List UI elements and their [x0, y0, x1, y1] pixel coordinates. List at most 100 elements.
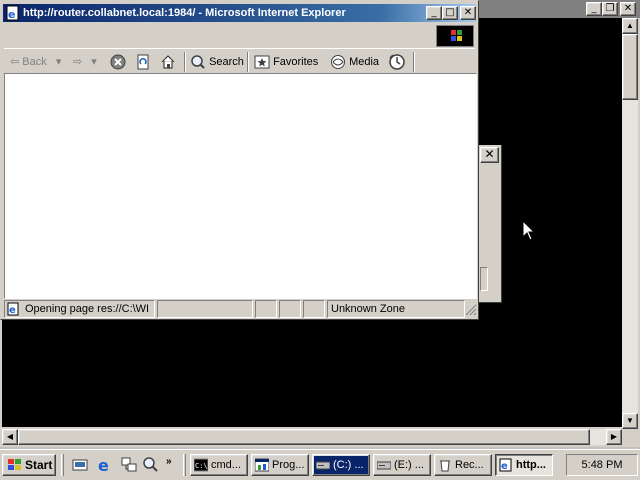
status-pane	[303, 300, 325, 318]
ie-window: e http://router.collabnet.local:1984/ - …	[0, 0, 479, 320]
horizontal-scroll-thumb[interactable]	[18, 429, 590, 445]
network-icon[interactable]	[120, 456, 138, 474]
close-icon[interactable]: ✕	[620, 2, 636, 16]
status-pane	[255, 300, 277, 318]
media-label: Media	[349, 56, 380, 68]
clock[interactable]: 5:48 PM	[582, 459, 623, 471]
command-prompt-icon: C:\	[194, 458, 208, 472]
ie-window-title: http://router.collabnet.local:1984/ - Mi…	[23, 7, 346, 19]
forward-dropdown-icon[interactable]: ▾	[91, 56, 97, 68]
media-button[interactable]: Media	[330, 53, 379, 71]
back-dropdown-icon[interactable]: ▾	[56, 56, 62, 68]
forward-button[interactable]: ⇨ ▾	[73, 53, 97, 71]
drive-icon	[316, 461, 330, 470]
windows-logo-icon	[8, 459, 21, 470]
horizontal-scrollbar[interactable]: ◀ ▶	[2, 429, 622, 445]
system-tray: 5:48 PM	[566, 454, 638, 476]
search-label: Search	[209, 56, 244, 68]
status-bar: e Opening page res://C:\WI Unknown Zone	[4, 300, 477, 318]
scroll-up-icon[interactable]: ▲	[622, 18, 638, 34]
minimize-icon[interactable]: _	[586, 2, 602, 16]
task-button-drive-e[interactable]: (E:) ...	[373, 454, 431, 476]
svg-text:e: e	[98, 456, 109, 474]
task-label: (C:) ...	[333, 459, 364, 471]
quicklaunch-overflow-icon[interactable]: »	[166, 456, 172, 467]
vertical-scroll-thumb[interactable]	[622, 34, 638, 100]
back-label: Back	[22, 56, 47, 68]
favorites-star-icon	[254, 55, 270, 69]
home-button[interactable]	[160, 53, 176, 71]
close-icon[interactable]: ✕	[460, 6, 476, 20]
vertical-scrollbar[interactable]: ▲ ▼	[622, 18, 638, 429]
mouse-cursor-icon	[522, 220, 536, 241]
dialog-inner-frame	[480, 267, 488, 291]
refresh-icon	[137, 54, 149, 70]
task-button-ie[interactable]: e http...	[495, 454, 553, 476]
favorites-label: Favorites	[273, 56, 319, 68]
menu-bar[interactable]	[4, 25, 475, 47]
task-button-cmd[interactable]: C:\ cmd...	[190, 454, 248, 476]
search-icon	[191, 55, 205, 69]
scroll-right-icon[interactable]: ▶	[606, 429, 622, 445]
favorites-button[interactable]: Favorites	[254, 53, 318, 71]
toolbar-separator	[247, 52, 249, 72]
status-progress-pane	[157, 300, 253, 318]
ie-page-icon: e	[7, 302, 19, 316]
maximize-icon[interactable]: □	[442, 6, 458, 20]
start-label: Start	[25, 458, 53, 472]
quicklaunch-grip[interactable]	[61, 454, 64, 476]
ie-page-icon: e	[6, 5, 19, 21]
svg-text:e: e	[501, 461, 508, 472]
status-message: Opening page res://C:\WI	[25, 303, 150, 315]
ie-page-icon: e	[499, 458, 512, 472]
ie-titlebar[interactable]: e http://router.collabnet.local:1984/ - …	[3, 4, 476, 22]
task-label: (E:) ...	[394, 459, 424, 471]
recycle-bin-icon	[440, 460, 450, 472]
standard-buttons-toolbar: ⇦ Back ▾ ⇨ ▾ Search Favorites Media	[4, 48, 475, 74]
toolbar-separator	[184, 52, 186, 72]
windows-flag-icon	[451, 30, 462, 41]
taskbar-grip[interactable]	[183, 454, 186, 476]
program-window-icon	[255, 458, 269, 472]
page-content-area[interactable]	[4, 73, 477, 299]
status-pane	[279, 300, 301, 318]
back-button[interactable]: ⇦ Back ▾	[10, 53, 61, 71]
svg-text:e: e	[8, 8, 15, 21]
svg-text:C:\: C:\	[195, 462, 208, 470]
task-button-programs[interactable]: Prog...	[251, 454, 309, 476]
taskbar: Start e » C:\ cmd... Prog... (C:) ... (E…	[0, 449, 640, 480]
scroll-left-icon[interactable]: ◀	[2, 429, 18, 445]
history-icon	[389, 54, 405, 70]
forward-arrow-icon: ⇨	[73, 56, 83, 68]
back-arrow-icon: ⇦	[10, 56, 20, 68]
toolbar-separator	[413, 52, 415, 72]
windows-logo-throbber	[436, 25, 474, 47]
search-button[interactable]: Search	[190, 53, 244, 71]
task-button-drive-c[interactable]: (C:) ...	[312, 454, 370, 476]
status-message-pane: e Opening page res://C:\WI	[4, 300, 155, 318]
media-icon	[331, 55, 345, 70]
show-desktop-icon[interactable]	[71, 456, 89, 474]
scroll-down-icon[interactable]: ▼	[622, 413, 638, 429]
search-icon[interactable]	[142, 456, 160, 474]
start-button[interactable]: Start	[2, 454, 56, 476]
stop-icon	[110, 54, 126, 70]
home-icon	[161, 55, 175, 69]
zone-label: Unknown Zone	[331, 303, 405, 315]
refresh-button[interactable]	[135, 53, 151, 71]
minimize-icon[interactable]: _	[426, 6, 442, 20]
task-label: cmd...	[211, 459, 241, 471]
task-label: Prog...	[272, 459, 305, 471]
history-button[interactable]	[388, 53, 406, 71]
restore-icon[interactable]: ❐	[602, 2, 618, 16]
task-button-recycle[interactable]: Rec...	[434, 454, 492, 476]
dialog-close-icon[interactable]: ✕	[480, 147, 499, 163]
task-label: Rec...	[455, 459, 484, 471]
zone-pane: Unknown Zone	[327, 300, 465, 318]
stop-button[interactable]	[110, 53, 126, 71]
drive-icon	[377, 461, 391, 470]
task-label: http...	[516, 459, 546, 471]
resize-grip-icon[interactable]	[465, 304, 477, 316]
internet-explorer-icon[interactable]: e	[96, 456, 114, 474]
svg-text:e: e	[9, 305, 16, 316]
